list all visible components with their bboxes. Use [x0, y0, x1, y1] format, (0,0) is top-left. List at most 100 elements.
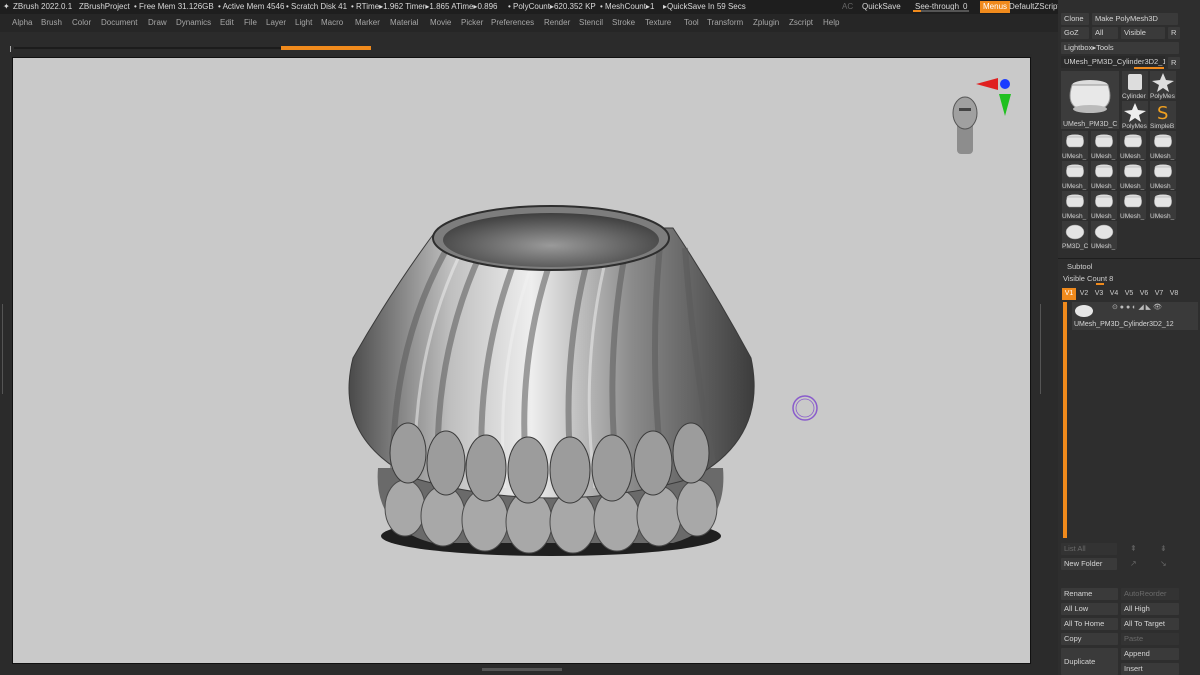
menu-alpha[interactable]: Alpha [12, 14, 32, 32]
menu-preferences[interactable]: Preferences [491, 14, 534, 32]
tool-thumb-polymesh[interactable]: PolyMes [1150, 71, 1176, 100]
menu-light[interactable]: Light [295, 14, 312, 32]
visible-button[interactable]: Visible [1121, 27, 1165, 39]
rename-button[interactable]: Rename [1061, 588, 1118, 600]
make-polymesh-button[interactable]: Make PolyMesh3D [1092, 13, 1178, 25]
menu-dynamics[interactable]: Dynamics [176, 14, 211, 32]
tool-thumb-umesh[interactable]: UMesh_ [1091, 131, 1117, 160]
quicksave-button[interactable]: QuickSave [862, 0, 901, 14]
subtool-tab-v1[interactable]: V1 [1062, 288, 1076, 300]
menu-texture[interactable]: Texture [645, 14, 671, 32]
left-shelf-handle[interactable] [2, 304, 6, 394]
menu-transform[interactable]: Transform [707, 14, 743, 32]
paste-button[interactable]: Paste [1121, 633, 1179, 645]
default-zscript-button[interactable]: DefaultZScript [1009, 0, 1060, 14]
subtool-tab-v4[interactable]: V4 [1107, 288, 1121, 300]
move-down-icon[interactable]: ⇟ [1160, 544, 1167, 553]
tool-thumb-umesh[interactable]: UMesh_ [1091, 221, 1117, 250]
visible-count-label[interactable]: Visible Count 8 [1063, 274, 1113, 283]
right-shelf-handle[interactable] [1040, 304, 1044, 394]
menu-marker[interactable]: Marker [355, 14, 380, 32]
menu-zplugin[interactable]: Zplugin [753, 14, 779, 32]
document-canvas[interactable] [12, 57, 1031, 664]
menu-macro[interactable]: Macro [321, 14, 343, 32]
all-button[interactable]: All [1092, 27, 1118, 39]
menu-stroke[interactable]: Stroke [612, 14, 635, 32]
lightbox-tools-button[interactable]: Lightbox▸Tools [1061, 42, 1179, 54]
axis-gizmo-icon[interactable] [976, 78, 1011, 116]
menu-draw[interactable]: Draw [148, 14, 167, 32]
subtool-tab-v5[interactable]: V5 [1122, 288, 1136, 300]
all-high-button[interactable]: All High [1121, 603, 1179, 615]
menu-stencil[interactable]: Stencil [579, 14, 603, 32]
subtool-item[interactable]: ⊙ ● ● ◐ ◢ ◣ 👁 UMesh_PM3D_Cylinder3D2_12 [1072, 302, 1198, 330]
tool-thumb-umesh[interactable]: UMesh_ [1120, 191, 1146, 220]
top-shelf [0, 32, 1058, 54]
subtool-item-icons[interactable]: ⊙ ● ● ◐ ◢ ◣ 👁 [1112, 303, 1162, 311]
r-button[interactable]: R [1168, 27, 1180, 39]
tool-thumb-umesh[interactable]: UMesh_ [1120, 131, 1146, 160]
tool-thumb-umesh[interactable]: UMesh_ [1062, 161, 1088, 190]
all-to-target-button[interactable]: All To Target [1121, 618, 1179, 630]
subtool-title[interactable]: Subtool [1067, 262, 1092, 271]
all-to-home-button[interactable]: All To Home [1061, 618, 1118, 630]
menu-material[interactable]: Material [390, 14, 418, 32]
vase-thumb-icon [1095, 134, 1113, 148]
tool-thumb-simplebrush[interactable]: S SimpleB [1150, 101, 1176, 130]
menu-brush[interactable]: Brush [41, 14, 62, 32]
tool-thumb-cylinder[interactable]: Cylinder [1122, 71, 1148, 100]
menu-render[interactable]: Render [544, 14, 570, 32]
menu-picker[interactable]: Picker [461, 14, 483, 32]
bottom-shelf-handle[interactable] [482, 668, 562, 671]
menu-file[interactable]: File [244, 14, 257, 32]
see-through-slider[interactable] [913, 10, 969, 12]
arrow-up-icon[interactable]: ↗ [1130, 559, 1137, 568]
subtool-tab-v2[interactable]: V2 [1077, 288, 1091, 300]
subtool-tab-v3[interactable]: V3 [1092, 288, 1106, 300]
menu-zscript[interactable]: Zscript [789, 14, 813, 32]
subtool-tab-v7[interactable]: V7 [1152, 288, 1166, 300]
auto-reorder-button[interactable]: AutoReorder [1121, 588, 1179, 600]
ac-button[interactable]: AC [842, 0, 853, 14]
menu-color[interactable]: Color [72, 14, 91, 32]
tool-thumb-umesh[interactable]: UMesh_ [1062, 191, 1088, 220]
subtool-tab-v6[interactable]: V6 [1137, 288, 1151, 300]
vase-model[interactable] [13, 58, 1031, 664]
insert-button[interactable]: Insert [1121, 663, 1179, 675]
append-button[interactable]: Append [1121, 648, 1179, 660]
tool-thumb-umesh[interactable]: UMesh_ [1150, 161, 1176, 190]
menu-help[interactable]: Help [823, 14, 839, 32]
menu-document[interactable]: Document [101, 14, 137, 32]
goz-button[interactable]: GoZ [1061, 27, 1089, 39]
tool-thumb-umesh[interactable]: UMesh_ [1091, 161, 1117, 190]
menu-movie[interactable]: Movie [430, 14, 451, 32]
tool-thumb-umesh[interactable]: UMesh_ [1150, 191, 1176, 220]
tool-thumb-umesh[interactable]: PM3D_C [1062, 221, 1088, 250]
menu-edit[interactable]: Edit [220, 14, 234, 32]
menu-layer[interactable]: Layer [266, 14, 286, 32]
duplicate-button[interactable]: Duplicate [1061, 648, 1118, 675]
meshcount: • MeshCount▸1 [600, 2, 655, 11]
new-folder-button[interactable]: New Folder [1061, 558, 1117, 570]
copy-button[interactable]: Copy [1061, 633, 1118, 645]
tool-thumb-umesh[interactable]: UMesh_ [1150, 131, 1176, 160]
tool-thumb-umesh[interactable]: UMesh_ [1062, 131, 1088, 160]
menus-toggle[interactable]: Menus [980, 1, 1011, 13]
list-all-button[interactable]: List All [1061, 543, 1117, 555]
current-tool-thumbnail[interactable]: UMesh_PM3D_C [1061, 71, 1119, 129]
arrow-down-icon[interactable]: ↘ [1160, 559, 1167, 568]
r-button-2[interactable]: R [1168, 57, 1180, 69]
title-bar: ✦ ZBrush 2022.0.1 ZBrushProject • Free M… [0, 0, 1200, 14]
all-low-button[interactable]: All Low [1061, 603, 1118, 615]
tool-thumb-polymesh-2[interactable]: PolyMes [1122, 101, 1148, 130]
subtool-scrollbar[interactable] [1063, 302, 1067, 538]
menu-tool[interactable]: Tool [684, 14, 699, 32]
clone-button[interactable]: Clone [1061, 13, 1089, 25]
tool-thumb-umesh[interactable]: UMesh_ [1091, 191, 1117, 220]
subtool-thumb-icon [1075, 305, 1093, 317]
move-up-icon[interactable]: ⇞ [1130, 544, 1137, 553]
navigation-head-icon[interactable] [952, 96, 978, 154]
subtool-tab-v8[interactable]: V8 [1167, 288, 1181, 300]
visible-count-slider[interactable] [1096, 283, 1104, 285]
tool-thumb-umesh[interactable]: UMesh_ [1120, 161, 1146, 190]
